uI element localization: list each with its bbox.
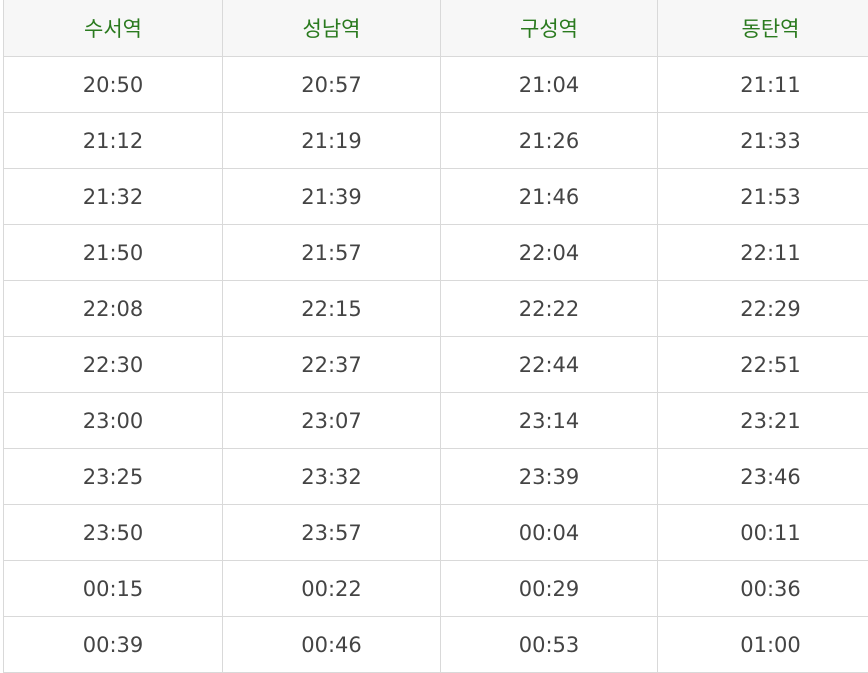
time-cell-seongnam: 00:46	[223, 617, 441, 673]
time-cell-suseo: 22:30	[4, 337, 223, 393]
time-cell-guseong: 22:04	[441, 225, 658, 281]
time-cell-seongnam: 22:37	[223, 337, 441, 393]
time-cell-guseong: 22:22	[441, 281, 658, 337]
time-cell-dongtan: 00:11	[658, 505, 868, 561]
table-row: 00:1500:2200:2900:36	[4, 561, 868, 617]
time-cell-suseo: 00:39	[4, 617, 223, 673]
time-cell-dongtan: 21:53	[658, 169, 868, 225]
table-row: 23:2523:3223:3923:46	[4, 449, 868, 505]
time-cell-seongnam: 23:07	[223, 393, 441, 449]
table-row: 21:5021:5722:0422:11	[4, 225, 868, 281]
timetable-header: 수서역 성남역 구성역 동탄역	[4, 0, 868, 57]
time-cell-dongtan: 00:36	[658, 561, 868, 617]
time-cell-dongtan: 21:11	[658, 57, 868, 113]
time-cell-guseong: 00:53	[441, 617, 658, 673]
timetable-body: 20:5020:5721:0421:1121:1221:1921:2621:33…	[4, 57, 868, 673]
time-cell-seongnam: 00:22	[223, 561, 441, 617]
header-dongtan-station: 동탄역	[658, 0, 868, 57]
time-cell-guseong: 23:39	[441, 449, 658, 505]
table-row: 23:5023:5700:0400:11	[4, 505, 868, 561]
time-cell-dongtan: 22:29	[658, 281, 868, 337]
time-cell-seongnam: 22:15	[223, 281, 441, 337]
time-cell-seongnam: 21:19	[223, 113, 441, 169]
header-row: 수서역 성남역 구성역 동탄역	[4, 0, 868, 57]
time-cell-guseong: 23:14	[441, 393, 658, 449]
table-row: 22:3022:3722:4422:51	[4, 337, 868, 393]
time-cell-dongtan: 01:00	[658, 617, 868, 673]
time-cell-suseo: 23:00	[4, 393, 223, 449]
time-cell-suseo: 21:12	[4, 113, 223, 169]
time-cell-seongnam: 20:57	[223, 57, 441, 113]
time-cell-suseo: 22:08	[4, 281, 223, 337]
time-cell-guseong: 00:04	[441, 505, 658, 561]
time-cell-seongnam: 21:57	[223, 225, 441, 281]
time-cell-seongnam: 21:39	[223, 169, 441, 225]
table-row: 00:3900:4600:5301:00	[4, 617, 868, 673]
table-row: 22:0822:1522:2222:29	[4, 281, 868, 337]
header-seongnam-station: 성남역	[223, 0, 441, 57]
table-row: 21:3221:3921:4621:53	[4, 169, 868, 225]
time-cell-guseong: 21:46	[441, 169, 658, 225]
time-cell-guseong: 21:26	[441, 113, 658, 169]
time-cell-suseo: 23:25	[4, 449, 223, 505]
header-guseong-station: 구성역	[441, 0, 658, 57]
time-cell-suseo: 21:50	[4, 225, 223, 281]
time-cell-seongnam: 23:57	[223, 505, 441, 561]
time-cell-dongtan: 21:33	[658, 113, 868, 169]
timetable: 수서역 성남역 구성역 동탄역 20:5020:5721:0421:1121:1…	[3, 0, 868, 673]
time-cell-dongtan: 23:21	[658, 393, 868, 449]
time-cell-dongtan: 23:46	[658, 449, 868, 505]
header-suseo-station: 수서역	[4, 0, 223, 57]
time-cell-guseong: 22:44	[441, 337, 658, 393]
time-cell-suseo: 20:50	[4, 57, 223, 113]
time-cell-seongnam: 23:32	[223, 449, 441, 505]
table-row: 21:1221:1921:2621:33	[4, 113, 868, 169]
time-cell-guseong: 21:04	[441, 57, 658, 113]
time-cell-guseong: 00:29	[441, 561, 658, 617]
time-cell-suseo: 23:50	[4, 505, 223, 561]
time-cell-dongtan: 22:11	[658, 225, 868, 281]
time-cell-dongtan: 22:51	[658, 337, 868, 393]
time-cell-suseo: 00:15	[4, 561, 223, 617]
table-row: 20:5020:5721:0421:11	[4, 57, 868, 113]
table-row: 23:0023:0723:1423:21	[4, 393, 868, 449]
time-cell-suseo: 21:32	[4, 169, 223, 225]
